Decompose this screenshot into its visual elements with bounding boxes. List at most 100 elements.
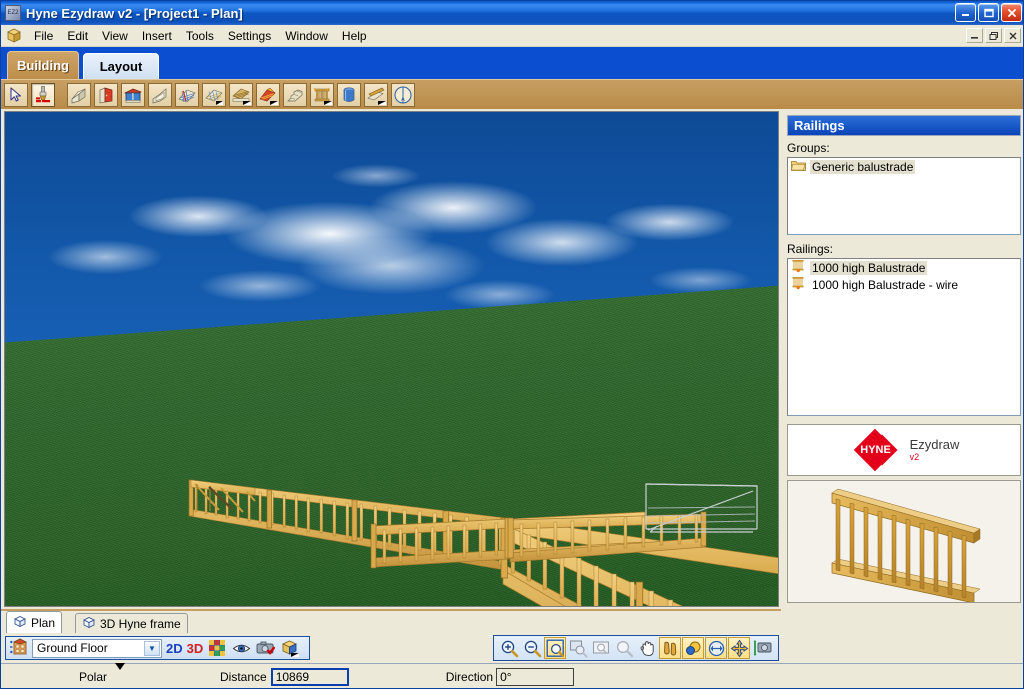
distance-value: 10869	[275, 670, 310, 684]
render-colors-icon[interactable]	[207, 638, 227, 658]
list-item[interactable]: Generic balustrade	[788, 158, 1020, 175]
zoom-toolbar	[493, 635, 779, 661]
stairs-icon[interactable]	[283, 82, 307, 107]
list-item[interactable]: 1000 high Balustrade	[788, 259, 1020, 276]
menu-window[interactable]: Window	[278, 27, 335, 45]
floor-select-value: Ground Floor	[37, 641, 108, 655]
menu-settings[interactable]: Settings	[221, 27, 278, 45]
doc-tab-3d-hyne-frame[interactable]: 3D Hyne frame	[75, 613, 188, 633]
pan-hand-icon[interactable]	[636, 637, 658, 659]
floor-plan-icon[interactable]	[175, 82, 199, 107]
railing-label: 1000 high Balustrade	[810, 260, 928, 275]
mdi-window-controls	[966, 28, 1021, 43]
polar-label: Polar	[79, 670, 108, 684]
railing-item-icon	[791, 276, 806, 293]
view-2d-button[interactable]: 2D	[166, 641, 183, 656]
zoom-window-icon[interactable]	[544, 637, 566, 659]
floor-sheet-icon[interactable]	[202, 82, 226, 107]
doc-tab-plan[interactable]: Plan	[6, 611, 63, 633]
menu-tools[interactable]: Tools	[179, 27, 221, 45]
groups-label: Groups:	[787, 141, 830, 155]
tab-layout-label: Layout	[99, 59, 143, 74]
group-label: Generic balustrade	[810, 159, 916, 174]
hyne-version-label: v2	[909, 451, 920, 462]
folder-icon	[791, 159, 806, 175]
eye-view-icon[interactable]	[231, 638, 251, 658]
decking-icon[interactable]	[229, 82, 253, 107]
roof-icon[interactable]	[256, 82, 280, 107]
maximize-button[interactable]	[978, 3, 999, 22]
zoom-extents-icon[interactable]	[567, 637, 589, 659]
orbit-icon[interactable]	[682, 637, 704, 659]
mdi-minimize-button[interactable]	[966, 28, 983, 43]
viewport-3d[interactable]	[4, 111, 779, 607]
cube-icon	[13, 615, 27, 631]
direction-value: 0°	[500, 670, 512, 684]
snapshot-icon[interactable]	[751, 637, 773, 659]
opening-icon[interactable]	[148, 82, 172, 107]
railings-panel: Railings Groups: Generic balustrade Rail…	[783, 111, 1023, 607]
building-icon[interactable]	[9, 637, 28, 659]
move-view-icon[interactable]	[728, 637, 750, 659]
main-toolbar: I A	[1, 79, 1023, 109]
groups-listbox[interactable]: Generic balustrade	[787, 157, 1021, 235]
tab-building[interactable]: Building	[7, 51, 79, 79]
chevron-down-icon[interactable]: ▼	[144, 640, 160, 656]
distance-input[interactable]: 10869	[270, 668, 349, 686]
hyne-diamond-icon: HYNE	[849, 428, 907, 472]
beam-icon[interactable]	[364, 82, 388, 107]
hyne-product-label: Ezydraw	[909, 437, 960, 453]
panel-title: Railings	[787, 115, 1021, 136]
menu-view[interactable]: View	[95, 27, 135, 45]
mdi-close-button[interactable]	[1004, 28, 1021, 43]
floor-toolbar: Ground Floor ▼ 2D 3D	[5, 636, 310, 660]
paint-brush-icon[interactable]	[31, 82, 55, 107]
cube-icon	[82, 616, 96, 632]
status-bar: Polar Distance 10869 Direction 0°	[1, 663, 1023, 688]
wall-icon[interactable]	[67, 82, 91, 107]
zoom-in-icon[interactable]	[498, 637, 520, 659]
direction-label: Direction	[445, 670, 494, 684]
application-window: EZ2 Hyne Ezydraw v2 - [Project1 - Plan]	[0, 0, 1024, 689]
zoom-out-icon[interactable]	[521, 637, 543, 659]
zoom-previous-icon[interactable]	[590, 637, 612, 659]
window-title: Hyne Ezydraw v2 - [Project1 - Plan]	[26, 5, 243, 21]
doc-tab-plan-label: Plan	[31, 615, 56, 630]
north-point-icon[interactable]: I A	[391, 82, 415, 107]
select-arrow-icon[interactable]	[4, 82, 28, 107]
door-icon[interactable]	[94, 82, 118, 107]
railing-icon[interactable]	[310, 82, 334, 107]
railings-label: Railings:	[787, 242, 834, 256]
tab-layout[interactable]: Layout	[83, 53, 159, 79]
rotate-view-icon[interactable]	[705, 637, 727, 659]
direction-input[interactable]: 0°	[496, 668, 575, 686]
tab-building-label: Building	[17, 58, 69, 73]
main-tab-strip: Building Layout	[1, 47, 1023, 79]
hyne-logo: HYNE Ezydraw v2	[787, 424, 1021, 476]
distance-label: Distance	[220, 670, 267, 684]
menu-edit[interactable]: Edit	[60, 27, 95, 45]
list-item[interactable]: 1000 high Balustrade - wire	[788, 276, 1020, 293]
zoom-all-icon[interactable]	[613, 637, 635, 659]
menu-insert[interactable]: Insert	[135, 27, 179, 45]
close-button[interactable]	[1001, 3, 1022, 22]
menu-file[interactable]: File	[27, 27, 60, 45]
railing-brace-panel	[190, 479, 256, 513]
floor-select[interactable]: Ground Floor ▼	[32, 638, 162, 658]
view-3d-button[interactable]: 3D	[187, 641, 204, 656]
walk-icon[interactable]	[659, 637, 681, 659]
mdi-restore-button[interactable]	[985, 28, 1002, 43]
post-icon[interactable]	[337, 82, 361, 107]
svg-text:A: A	[401, 97, 405, 103]
chevron-down-icon[interactable]	[115, 663, 126, 684]
document-tabs: Plan 3D Hyne frame	[1, 609, 781, 633]
minimize-button[interactable]	[955, 3, 976, 22]
railing-preview	[787, 480, 1021, 604]
model-cube-icon[interactable]	[279, 638, 299, 658]
railing-label: 1000 high Balustrade - wire	[812, 277, 959, 292]
window-icon[interactable]	[121, 82, 145, 107]
document-cube-icon[interactable]	[5, 27, 23, 44]
railings-listbox[interactable]: 1000 high Balustrade 1000 high Balustrad…	[787, 258, 1021, 416]
menu-help[interactable]: Help	[335, 27, 374, 45]
camera-icon[interactable]	[255, 638, 275, 658]
